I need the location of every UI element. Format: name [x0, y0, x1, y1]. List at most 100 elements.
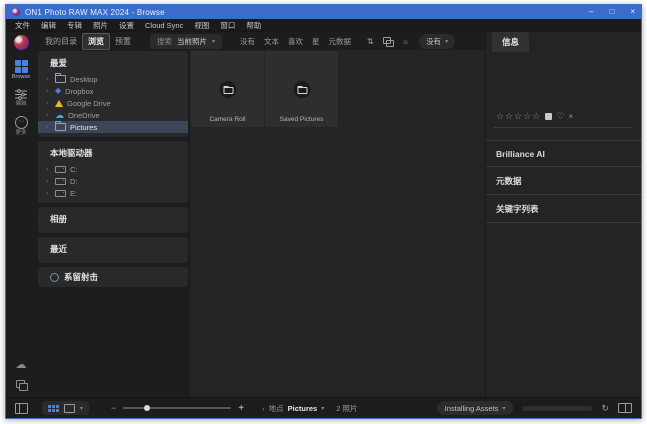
chevron-right-icon[interactable]: › — [46, 112, 51, 119]
tethered-shooting-section[interactable]: 系留射击 — [38, 267, 188, 287]
filter-likes[interactable]: 喜欢 — [288, 36, 303, 47]
filter-metadata[interactable]: 元数据 — [329, 36, 352, 47]
chevron-right-icon[interactable]: › — [46, 100, 51, 107]
chevron-right-icon[interactable]: › — [46, 166, 51, 173]
color-label-icon[interactable] — [545, 112, 553, 120]
center-column: 我的目录 浏览 预置 搜索 当前照片 ▾ 没有 文本 喜欢 星 元数据 ⇅ ☼ … — [36, 32, 485, 397]
google-drive-icon — [55, 99, 63, 107]
menu-file[interactable]: 文件 — [15, 20, 30, 31]
tab-presets[interactable]: 预置 — [110, 34, 136, 49]
chevron-down-icon: ▾ — [502, 405, 506, 412]
compare-icon[interactable] — [382, 36, 394, 47]
sidebar-item-onedrive[interactable]: › ☁ OneDrive — [38, 109, 188, 121]
folder-icon — [55, 121, 66, 131]
single-view-icon[interactable] — [64, 403, 75, 413]
refresh-icon[interactable]: ↻ — [601, 403, 609, 413]
chevron-right-icon[interactable]: › — [46, 178, 51, 185]
menu-album[interactable]: 专辑 — [67, 20, 82, 31]
menu-cloud-sync[interactable]: Cloud Sync — [145, 21, 183, 30]
module-more[interactable]: ⋯ 更多 — [14, 116, 28, 136]
folder-tile-camera-roll[interactable]: Camera Roll — [191, 51, 264, 127]
zoom-slider-knob[interactable] — [144, 405, 151, 411]
minimize-button[interactable]: – — [589, 8, 593, 16]
sort-dropdown[interactable]: 没有 ▾ — [419, 33, 456, 49]
filter-none[interactable]: 没有 — [240, 36, 255, 47]
view-mode-switcher[interactable]: ▾ — [42, 401, 90, 415]
section-brilliance-ai[interactable]: Brilliance AI — [486, 140, 641, 167]
hard-drive-icon — [55, 189, 66, 197]
reject-x-icon[interactable]: × — [568, 112, 573, 121]
chevron-right-icon[interactable]: › — [46, 124, 51, 131]
close-button[interactable]: × — [630, 8, 635, 16]
menu-help[interactable]: 帮助 — [246, 20, 261, 31]
status-right-group: Installing Assets ▾ ↻ — [436, 401, 632, 415]
toolbar-icons: ⇅ ☼ — [367, 36, 409, 47]
module-rail: Browse 编辑 ⋯ 更多 ☁ — [6, 32, 36, 397]
chevron-right-icon[interactable]: › — [46, 88, 51, 95]
chevron-right-icon[interactable]: › — [46, 190, 51, 197]
chevron-down-icon: ▾ — [212, 38, 216, 45]
installing-assets-dropdown[interactable]: Installing Assets ▾ — [436, 401, 514, 415]
section-keyword-list[interactable]: 关键字列表 — [486, 195, 641, 223]
layers-icon[interactable] — [15, 380, 28, 391]
light-icon[interactable]: ☼ — [402, 37, 409, 46]
chevron-right-icon[interactable]: › — [46, 76, 51, 83]
albums-header[interactable]: 相册 — [38, 210, 188, 229]
folder-tile-saved-pictures[interactable]: Saved Pictures — [265, 51, 338, 127]
grid-view-icon[interactable] — [48, 404, 59, 412]
zoom-out-button[interactable]: − — [111, 403, 116, 413]
zoom-slider[interactable] — [123, 405, 232, 411]
main-area: Browse 编辑 ⋯ 更多 ☁ 我的目录 浏览 预置 搜索 当前照片 ▾ 没有… — [6, 32, 641, 397]
filter-text[interactable]: 文本 — [264, 36, 279, 47]
sidebar-item-google-drive[interactable]: › Google Drive — [38, 97, 188, 109]
titlebar: ON1 Photo RAW MAX 2024 - Browse – □ × — [6, 5, 641, 19]
breadcrumb-location-label: 地点 — [268, 403, 284, 413]
favorites-header[interactable]: 最爱 — [38, 54, 188, 73]
maximize-button[interactable]: □ — [609, 8, 614, 16]
recent-section: 最近 — [38, 237, 188, 263]
on1-logo-icon — [13, 35, 29, 50]
back-chevron-icon[interactable]: ‹ — [262, 404, 265, 413]
module-browse[interactable]: Browse — [12, 60, 30, 80]
sidebar-item-drive-e[interactable]: › E: — [38, 187, 188, 199]
search-box[interactable]: 搜索 当前照片 ▾ — [150, 33, 223, 49]
sidebar-item-dropbox[interactable]: › ◆ Dropbox — [38, 85, 188, 97]
sidebar-item-desktop[interactable]: › Desktop — [38, 73, 188, 85]
sliders-icon — [15, 89, 27, 100]
search-scope-dropdown[interactable]: 当前照片 — [177, 36, 207, 47]
filter-stars[interactable]: 星 — [312, 36, 320, 47]
cloud-sync-icon[interactable]: ☁ — [16, 360, 27, 371]
sidebar-item-label: Pictures — [70, 122, 98, 132]
local-drives-header[interactable]: 本地驱动器 — [38, 144, 188, 163]
module-edit[interactable]: 编辑 — [15, 89, 27, 107]
menu-edit[interactable]: 编辑 — [41, 20, 56, 31]
search-label: 搜索 — [157, 36, 172, 46]
breadcrumb[interactable]: ‹ 地点 Pictures ▾ — [262, 403, 324, 414]
sidebar-item-pictures[interactable]: › Pictures — [38, 121, 188, 133]
section-metadata[interactable]: 元数据 — [486, 167, 641, 195]
star-rating[interactable]: ☆☆☆☆☆ — [496, 111, 541, 122]
breadcrumb-folder[interactable]: Pictures — [288, 404, 318, 413]
dual-display-icon[interactable] — [618, 403, 632, 413]
zoom-control: − + — [111, 403, 244, 414]
divider — [494, 127, 633, 128]
folder-badge-icon — [293, 81, 310, 98]
module-edit-label: 编辑 — [15, 101, 27, 107]
sidebar-item-drive-c[interactable]: › C: — [38, 163, 188, 175]
like-heart-icon[interactable]: ♡ — [556, 111, 564, 122]
sidebar-item-label: OneDrive — [68, 110, 100, 120]
menu-view[interactable]: 视图 — [194, 20, 209, 31]
menu-photo[interactable]: 照片 — [93, 20, 108, 31]
tab-info[interactable]: 信息 — [492, 32, 530, 52]
menu-settings[interactable]: 设置 — [119, 20, 134, 31]
sort-icon[interactable]: ⇅ — [367, 37, 374, 46]
sidebar-toggle-icon[interactable] — [15, 402, 28, 414]
tab-browse[interactable]: 浏览 — [82, 32, 110, 50]
zoom-in-button[interactable]: + — [238, 403, 244, 414]
recent-header[interactable]: 最近 — [38, 240, 188, 259]
tab-my-catalogs[interactable]: 我的目录 — [40, 34, 82, 49]
status-bar: ▾ − + ‹ 地点 Pictures ▾ 2 照片 Installing As… — [6, 397, 641, 418]
menu-window[interactable]: 窗口 — [220, 20, 235, 31]
sidebar-item-drive-d[interactable]: › D: — [38, 175, 188, 187]
info-sections: Brilliance AI 元数据 关键字列表 — [486, 140, 641, 223]
